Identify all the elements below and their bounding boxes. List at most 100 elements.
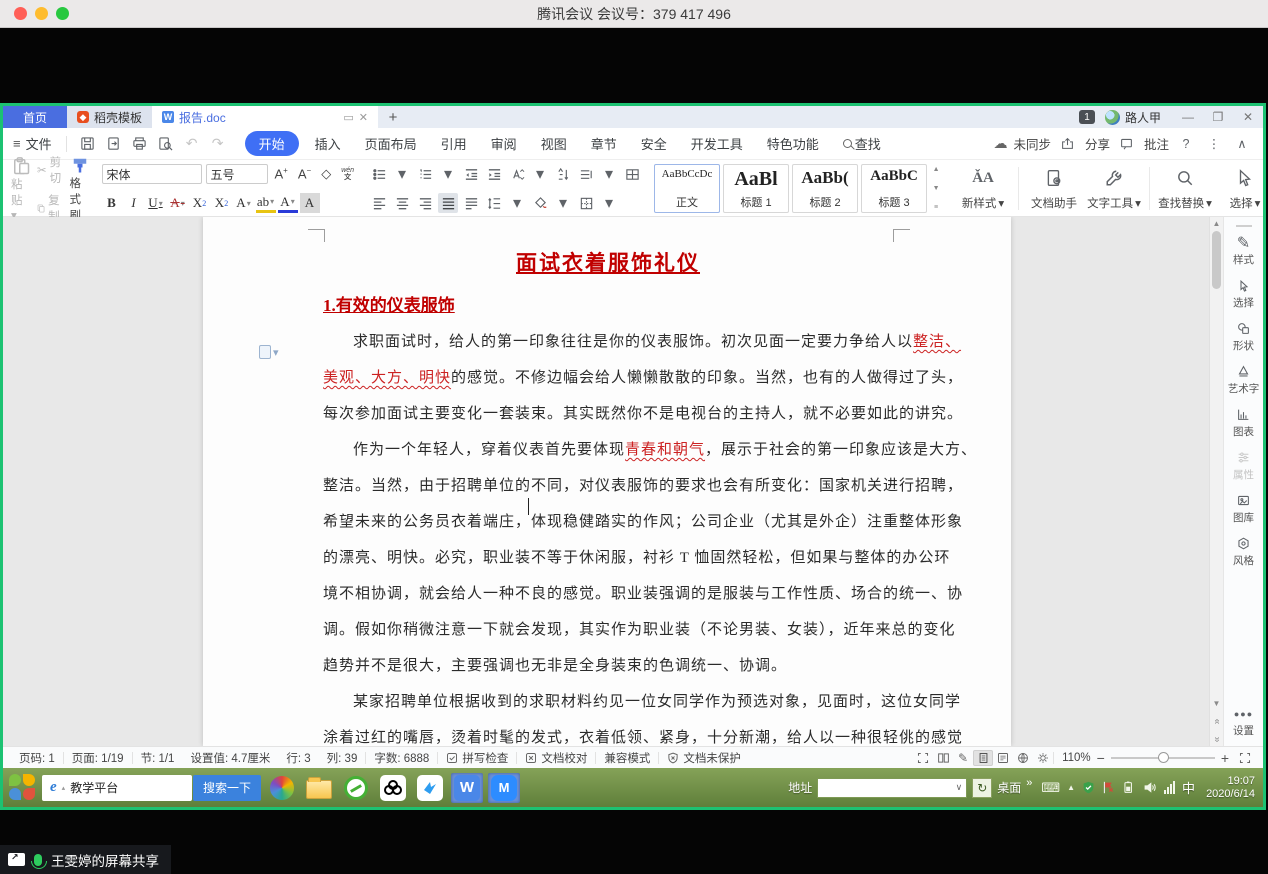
- export-button[interactable]: [103, 136, 125, 151]
- format-painter-button[interactable]: 格式刷: [70, 155, 90, 223]
- compat-mode-label[interactable]: 兼容模式: [596, 750, 658, 766]
- taskbar-browser-icon[interactable]: [266, 773, 298, 803]
- font-name-select[interactable]: 宋体 ▾: [102, 164, 202, 184]
- sidebar-item-styles[interactable]: ✎ 样式: [1233, 235, 1254, 267]
- strikethrough-button[interactable]: A▾: [168, 193, 188, 213]
- align-left-button[interactable]: [369, 193, 389, 213]
- character-shading-button[interactable]: A: [300, 193, 320, 213]
- address-input[interactable]: ∨: [817, 778, 967, 798]
- clear-format-button[interactable]: ◇: [318, 166, 334, 182]
- next-page-icon[interactable]: »: [1211, 737, 1222, 741]
- zoom-in-button[interactable]: +: [1221, 750, 1229, 766]
- style-body-text[interactable]: AaBbCcDc 正文: [654, 164, 720, 213]
- search-go-button[interactable]: 搜索一下: [193, 775, 261, 801]
- menu-insert[interactable]: 插入: [303, 131, 353, 156]
- taskbar-explorer-icon[interactable]: [303, 773, 335, 803]
- align-right-button[interactable]: [415, 193, 435, 213]
- new-style-button[interactable]: ǍA 新样式 ▾: [954, 164, 1012, 213]
- new-tab-button[interactable]: +: [378, 106, 408, 128]
- select-tool-button[interactable]: 选择 ▾: [1216, 164, 1263, 213]
- file-menu[interactable]: ≡ 文件 ∨: [13, 134, 52, 153]
- styles-more-icon[interactable]: ≡: [934, 204, 938, 211]
- font-color-button[interactable]: A▾: [278, 193, 298, 213]
- web-view-icon[interactable]: [1013, 750, 1033, 766]
- decrease-indent-button[interactable]: [461, 164, 481, 184]
- line-spacing-button[interactable]: [484, 193, 504, 213]
- doc-protect-button[interactable]: 文档未保护: [659, 750, 749, 766]
- taskbar-wps-icon[interactable]: W: [451, 773, 483, 803]
- window-restore-button[interactable]: ❐: [1203, 106, 1233, 128]
- italic-button[interactable]: I: [124, 193, 144, 213]
- signal-bars-icon[interactable]: [1164, 781, 1175, 794]
- find-replace-button[interactable]: 查找替换 ▾: [1156, 164, 1214, 213]
- speaker-icon[interactable]: [1143, 781, 1157, 794]
- screen-share-banner[interactable]: 王雯婷的屏幕共享: [0, 845, 171, 874]
- help-button[interactable]: ?: [1175, 137, 1197, 151]
- tab-close-icon[interactable]: ✕: [359, 111, 368, 124]
- menu-dev-tools[interactable]: 开发工具: [679, 131, 755, 156]
- decrease-font-button[interactable]: A−: [295, 166, 314, 181]
- sidebar-item-gallery[interactable]: 图库: [1233, 493, 1254, 525]
- eye-protect-icon[interactable]: [1033, 750, 1053, 766]
- taskbar-search-box[interactable]: e ▴ 教学平台: [42, 775, 192, 801]
- bullet-list-button[interactable]: [369, 164, 389, 184]
- text-tool-button[interactable]: 文字工具 ▾: [1085, 164, 1143, 213]
- doc-assistant-button[interactable]: 文档助手: [1025, 164, 1083, 213]
- sidebar-item-select[interactable]: 选择: [1233, 278, 1254, 310]
- paragraph-settings-button[interactable]: [576, 164, 596, 184]
- document-scrollbar[interactable]: ▲ ▼ « »: [1209, 217, 1223, 746]
- taskbar-meeting-icon[interactable]: M: [488, 773, 520, 803]
- tab-docer[interactable]: ◆ 稻壳模板: [67, 106, 152, 128]
- sidebar-item-wordart[interactable]: 艺术字: [1228, 364, 1260, 396]
- menu-start[interactable]: 开始: [245, 131, 299, 156]
- menu-section[interactable]: 章节: [579, 131, 629, 156]
- status-page-count[interactable]: 页面: 1/19: [64, 750, 132, 766]
- menu-special-features[interactable]: 特色功能: [755, 131, 831, 156]
- fit-page-icon[interactable]: [1235, 750, 1255, 766]
- subscript-button[interactable]: X2: [212, 193, 232, 213]
- doc-proof-button[interactable]: 文档校对: [517, 750, 595, 766]
- tab-present-icon[interactable]: ▭: [343, 111, 353, 124]
- shading-button[interactable]: [530, 193, 550, 213]
- scroll-down-icon[interactable]: ▼: [1213, 699, 1221, 708]
- phonetic-guide-button[interactable]: wén文: [338, 167, 357, 181]
- battery-icon[interactable]: [1122, 781, 1136, 794]
- expand-toolbar-icon[interactable]: »: [1026, 777, 1032, 789]
- justify-button[interactable]: [438, 193, 458, 213]
- underline-button[interactable]: U▾: [146, 193, 166, 213]
- collapse-ribbon-icon[interactable]: ∧: [1231, 136, 1253, 151]
- bold-button[interactable]: B: [102, 193, 122, 213]
- style-heading-2[interactable]: AaBb( 标题 2: [792, 164, 858, 213]
- scrollbar-thumb[interactable]: [1212, 231, 1221, 289]
- menu-view[interactable]: 视图: [529, 131, 579, 156]
- align-center-button[interactable]: [392, 193, 412, 213]
- superscript-button[interactable]: X2: [190, 193, 210, 213]
- menu-find[interactable]: 查找: [831, 131, 893, 156]
- style-heading-3[interactable]: AaBbC 标题 3: [861, 164, 927, 213]
- redo-button[interactable]: ↷: [207, 135, 229, 152]
- taskbar-messenger-icon[interactable]: [414, 773, 446, 803]
- status-setting-value[interactable]: 设置值: 4.7厘米: [182, 750, 278, 766]
- window-close-button[interactable]: ✕: [1233, 106, 1263, 128]
- sidebar-drag-handle[interactable]: [1236, 225, 1252, 227]
- user-avatar[interactable]: [1105, 110, 1120, 125]
- character-scale-button[interactable]: [507, 164, 527, 184]
- font-size-select[interactable]: 五号 ▾: [206, 164, 268, 184]
- document-area[interactable]: ▾ 面试衣着服饰礼仪 1.有效的仪表服饰 求职面试时，给人的第一印象往往是你的仪…: [3, 217, 1209, 746]
- save-button[interactable]: [77, 136, 99, 151]
- zoom-slider[interactable]: [1111, 757, 1215, 759]
- status-section[interactable]: 节: 1/1: [133, 750, 183, 766]
- security-shield-icon[interactable]: [1082, 781, 1095, 794]
- sidebar-item-settings[interactable]: ●●● 设置: [1233, 706, 1254, 738]
- two-page-view-icon[interactable]: [933, 750, 953, 766]
- increase-indent-button[interactable]: [484, 164, 504, 184]
- username[interactable]: 路人甲: [1125, 109, 1161, 126]
- print-button[interactable]: [129, 136, 151, 151]
- text-effects-button[interactable]: A▾: [234, 193, 254, 213]
- table-convert-button[interactable]: [622, 164, 642, 184]
- share-button[interactable]: 分享: [1085, 134, 1110, 153]
- paste-button[interactable]: 粘贴 ▾: [11, 156, 31, 222]
- sidebar-item-chart[interactable]: 图表: [1233, 407, 1254, 439]
- comment-button[interactable]: 批注: [1144, 134, 1169, 153]
- style-heading-1[interactable]: AaBl 标题 1: [723, 164, 789, 213]
